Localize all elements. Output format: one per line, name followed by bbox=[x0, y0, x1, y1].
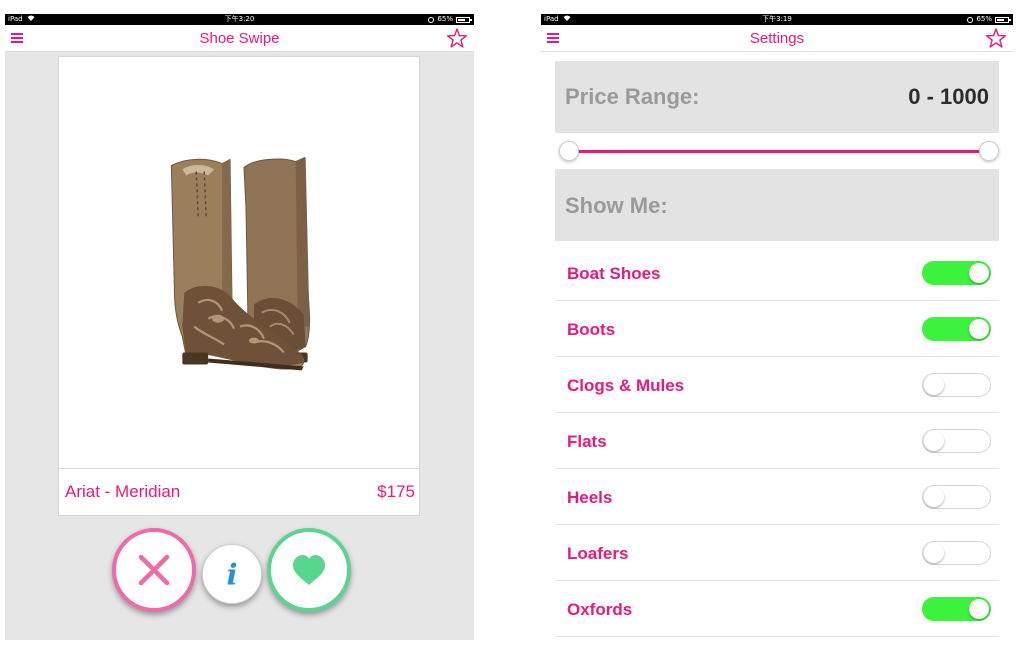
category-label: Boat Shoes bbox=[567, 264, 661, 283]
nav-bar: Shoe Swipe bbox=[5, 25, 474, 52]
category-toggle[interactable] bbox=[922, 429, 991, 453]
slider-min-handle[interactable] bbox=[559, 141, 579, 161]
battery-status: 65% bbox=[428, 14, 472, 25]
category-row-clogs-mules: Clogs & Mules bbox=[555, 357, 999, 413]
category-label: Heels bbox=[567, 488, 613, 507]
status-time: 下午3:20 bbox=[224, 15, 255, 23]
category-row-boots: Boots bbox=[555, 301, 999, 357]
category-label: Oxfords bbox=[567, 600, 633, 619]
product-name: Ariat - Meridian bbox=[65, 482, 181, 501]
category-toggle[interactable] bbox=[922, 373, 991, 397]
info-button[interactable]: i bbox=[202, 544, 262, 604]
page-title: Shoe Swipe bbox=[199, 30, 280, 47]
category-label: Clogs & Mules bbox=[567, 376, 685, 395]
battery-status: 65% bbox=[967, 14, 1011, 25]
category-row-loafers: Loafers bbox=[555, 525, 999, 581]
show-me-header: Show Me: bbox=[555, 169, 999, 241]
status-bar: iPad 下午3:19 65% bbox=[541, 14, 1013, 25]
category-toggle[interactable] bbox=[922, 541, 991, 565]
battery-percent: 65% bbox=[976, 15, 992, 23]
slider-max-handle[interactable] bbox=[979, 141, 999, 161]
product-card[interactable]: Ariat - Meridian $175 bbox=[58, 56, 420, 516]
price-range-label: Price Range: bbox=[565, 84, 700, 109]
dislike-button[interactable] bbox=[112, 528, 196, 612]
product-image bbox=[59, 58, 419, 470]
svg-text:i: i bbox=[226, 558, 237, 592]
x-icon bbox=[138, 554, 170, 586]
price-range-value: 0 - 1000 bbox=[908, 84, 989, 109]
price-range-slider[interactable] bbox=[559, 139, 999, 165]
status-time: 下午3:19 bbox=[762, 15, 792, 23]
settings-screen: iPad 下午3:19 65% Settings Price Range: 0 … bbox=[541, 14, 1013, 640]
category-toggle[interactable] bbox=[922, 261, 991, 285]
battery-percent: 65% bbox=[437, 15, 453, 23]
price-range-header: Price Range: 0 - 1000 bbox=[555, 61, 999, 133]
category-row-flats: Flats bbox=[555, 413, 999, 469]
category-row-oxfords: Oxfords bbox=[555, 581, 999, 637]
info-icon: i bbox=[226, 558, 237, 592]
heart-icon bbox=[293, 555, 325, 585]
category-list: Boat Shoes Boots Clogs & Mules Flats Hee… bbox=[555, 245, 999, 637]
product-info-bar: Ariat - Meridian $175 bbox=[59, 468, 419, 515]
product-price: $175 bbox=[377, 482, 415, 501]
nav-bar: Settings bbox=[541, 25, 1013, 52]
star-outline-icon[interactable] bbox=[446, 27, 468, 49]
battery-icon bbox=[995, 16, 1011, 23]
star-outline-icon[interactable] bbox=[985, 27, 1007, 49]
page-title: Settings bbox=[749, 30, 805, 47]
orientation-lock-icon bbox=[967, 16, 974, 23]
slider-track bbox=[569, 150, 989, 153]
like-button[interactable] bbox=[267, 528, 351, 612]
category-toggle[interactable] bbox=[922, 317, 991, 341]
category-toggle[interactable] bbox=[922, 597, 991, 621]
orientation-lock-icon bbox=[428, 16, 435, 23]
shoe-swipe-screen: iPad 下午3:20 65% Shoe Swipe Ariat - Merid… bbox=[5, 14, 474, 640]
category-label: Loafers bbox=[567, 544, 629, 563]
status-bar: iPad 下午3:20 65% bbox=[5, 14, 474, 25]
show-me-label: Show Me: bbox=[565, 193, 668, 218]
category-toggle[interactable] bbox=[922, 485, 991, 509]
category-row-heels: Heels bbox=[555, 469, 999, 525]
category-label: Boots bbox=[567, 320, 616, 339]
battery-icon bbox=[456, 16, 472, 23]
category-label: Flats bbox=[567, 432, 607, 451]
category-row-boat-shoes: Boat Shoes bbox=[555, 245, 999, 301]
